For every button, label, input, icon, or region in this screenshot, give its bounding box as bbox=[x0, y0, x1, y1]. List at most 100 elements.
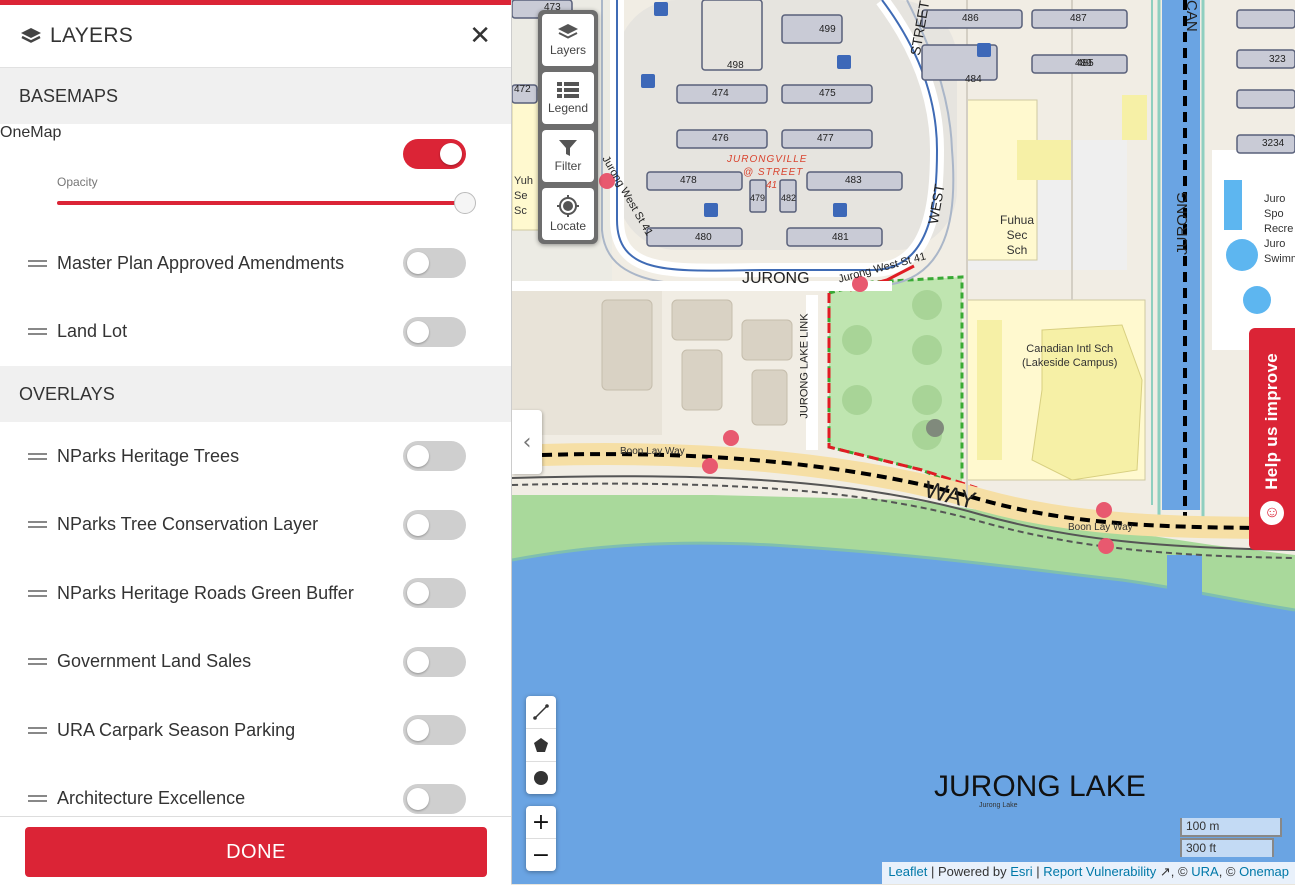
block-label: 498 bbox=[727, 60, 744, 71]
jurongville-label: JURONGVILLE bbox=[727, 154, 808, 165]
opacity-slider[interactable] bbox=[57, 192, 476, 214]
onemap-toggle[interactable] bbox=[403, 139, 466, 169]
map-attribution: Leaflet | Powered by Esri | Report Vulne… bbox=[882, 862, 1295, 884]
block-label: 499 bbox=[819, 24, 836, 35]
canal-label: CAN bbox=[1183, 0, 1200, 32]
legend-button[interactable]: Legend bbox=[542, 72, 594, 124]
zoom-out-button[interactable]: − bbox=[526, 839, 556, 871]
toggle-knob bbox=[440, 143, 462, 165]
land-lot-toggle[interactable] bbox=[403, 316, 466, 347]
toggle-knob bbox=[407, 513, 429, 536]
external-link-icon: ↗ bbox=[1159, 864, 1171, 879]
toggle-knob bbox=[407, 650, 429, 673]
drag-handle-icon[interactable] bbox=[28, 328, 47, 336]
drag-handle-icon[interactable] bbox=[28, 589, 47, 597]
help-us-improve-label: Help us improve bbox=[1262, 352, 1281, 490]
draw-polygon-button[interactable] bbox=[526, 729, 556, 762]
overlay-row: NParks Heritage Trees bbox=[0, 422, 511, 491]
draw-toolbar bbox=[526, 696, 556, 794]
map-toolbar: Layers Legend Filter Locate bbox=[538, 10, 598, 244]
layer-label: NParks Heritage Roads Green Buffer bbox=[57, 582, 354, 603]
overlay-row: URA Carpark Season Parking bbox=[0, 696, 511, 765]
overlays-heading: OVERLAYS bbox=[0, 366, 511, 422]
legend-icon bbox=[557, 82, 579, 98]
map-view[interactable]: JURONG LAKE Jurong Lake WAY JURONG JURON… bbox=[512, 0, 1295, 884]
block-label: 482 bbox=[781, 193, 797, 203]
basemap-row-land-lot: Land Lot bbox=[0, 298, 511, 367]
jurong-sport-label: JuroSpoRecreJuroSwimm bbox=[1264, 193, 1295, 265]
leaflet-link[interactable]: Leaflet bbox=[888, 864, 927, 879]
government-land-sales-toggle[interactable] bbox=[403, 646, 466, 677]
block-label: 481 bbox=[832, 232, 849, 243]
at-street-label: @ STREET bbox=[743, 167, 804, 178]
block-label: 474 bbox=[712, 88, 729, 99]
drag-handle-icon[interactable] bbox=[28, 795, 47, 803]
overlay-row: NParks Tree Conservation Layer bbox=[0, 491, 511, 560]
layer-label: NParks Heritage Trees bbox=[57, 445, 240, 466]
tree-conservation-toggle[interactable] bbox=[403, 509, 466, 540]
basemaps-heading: BASEMAPS bbox=[0, 68, 511, 124]
block-label: 323 bbox=[1269, 54, 1286, 65]
polyline-icon bbox=[533, 704, 549, 720]
canadian-school-label: Canadian Intl Sch (Lakeside Campus) bbox=[1022, 343, 1118, 369]
fuhua-school-label: Fuhua Sec Sch bbox=[1000, 213, 1035, 257]
zoom-control: + − bbox=[526, 806, 556, 871]
drag-handle-icon[interactable] bbox=[28, 521, 47, 529]
layer-label: NParks Tree Conservation Layer bbox=[57, 514, 319, 535]
collapse-panel-button[interactable]: ‹ bbox=[512, 410, 542, 474]
locate-button[interactable]: Locate bbox=[542, 188, 594, 240]
layer-label: Government Land Sales bbox=[57, 651, 252, 672]
block-label: 480 bbox=[695, 232, 712, 243]
lake-label: JURONG LAKE bbox=[934, 770, 1146, 803]
opacity-label: Opacity bbox=[57, 175, 98, 189]
master-plan-toggle[interactable] bbox=[403, 248, 466, 279]
architecture-excellence-toggle[interactable] bbox=[403, 783, 466, 814]
block-label: 475 bbox=[819, 88, 836, 99]
separator: | bbox=[1036, 864, 1040, 879]
slider-thumb[interactable] bbox=[454, 192, 476, 214]
toggle-knob bbox=[407, 445, 429, 468]
zoom-in-button[interactable]: + bbox=[526, 806, 556, 839]
legend-button-label: Legend bbox=[547, 101, 589, 115]
toggle-knob bbox=[407, 582, 429, 605]
done-button[interactable]: DONE bbox=[25, 827, 487, 877]
heritage-roads-toggle[interactable] bbox=[403, 578, 466, 609]
toggle-knob bbox=[407, 252, 429, 275]
toggle-knob bbox=[407, 320, 429, 343]
report-vulnerability-link[interactable]: Report Vulnerability bbox=[1043, 864, 1156, 879]
carpark-season-parking-toggle[interactable] bbox=[403, 715, 466, 746]
block-label: 3234 bbox=[1262, 138, 1285, 149]
close-icon[interactable]: ✕ bbox=[469, 23, 491, 49]
heritage-trees-toggle[interactable] bbox=[403, 441, 466, 472]
drag-handle-icon[interactable] bbox=[28, 658, 47, 666]
locate-button-label: Locate bbox=[549, 219, 587, 233]
layers-icon bbox=[21, 28, 41, 43]
block-label: 487 bbox=[1070, 13, 1087, 24]
basemap-tiles bbox=[512, 0, 1295, 884]
drag-handle-icon[interactable] bbox=[28, 726, 47, 734]
draw-circle-button[interactable] bbox=[526, 762, 556, 794]
layer-label: OneMap bbox=[0, 124, 62, 141]
block-label: 477 bbox=[817, 133, 834, 144]
esri-link[interactable]: Esri bbox=[1010, 864, 1032, 879]
block-label: 478 bbox=[680, 175, 697, 186]
copyright-text: , © bbox=[1170, 864, 1188, 879]
basemap-row-master-plan: Master Plan Approved Amendments bbox=[0, 229, 511, 298]
panel-footer: DONE bbox=[0, 816, 511, 885]
layers-button[interactable]: Layers bbox=[542, 14, 594, 66]
drag-handle-icon[interactable] bbox=[28, 259, 47, 267]
lake-link-label: JURONG LAKE LINK bbox=[798, 313, 811, 419]
scale-imperial: 300 ft bbox=[1180, 838, 1274, 857]
block-label: 483 bbox=[845, 175, 862, 186]
layer-label: URA Carpark Season Parking bbox=[57, 719, 296, 740]
block-label: 489 bbox=[1075, 58, 1092, 69]
drag-handle-icon[interactable] bbox=[28, 452, 47, 460]
filter-button[interactable]: Filter bbox=[542, 130, 594, 182]
draw-line-button[interactable] bbox=[526, 696, 556, 729]
ura-link[interactable]: URA bbox=[1191, 864, 1218, 879]
help-us-improve-tab[interactable]: Help us improve ☺ bbox=[1249, 328, 1295, 550]
onemap-link[interactable]: Onemap bbox=[1239, 864, 1289, 879]
block-label: 476 bbox=[712, 133, 729, 144]
scale-metric: 100 m bbox=[1180, 818, 1282, 837]
jurong-vertical-label: JURONG bbox=[1174, 191, 1191, 255]
